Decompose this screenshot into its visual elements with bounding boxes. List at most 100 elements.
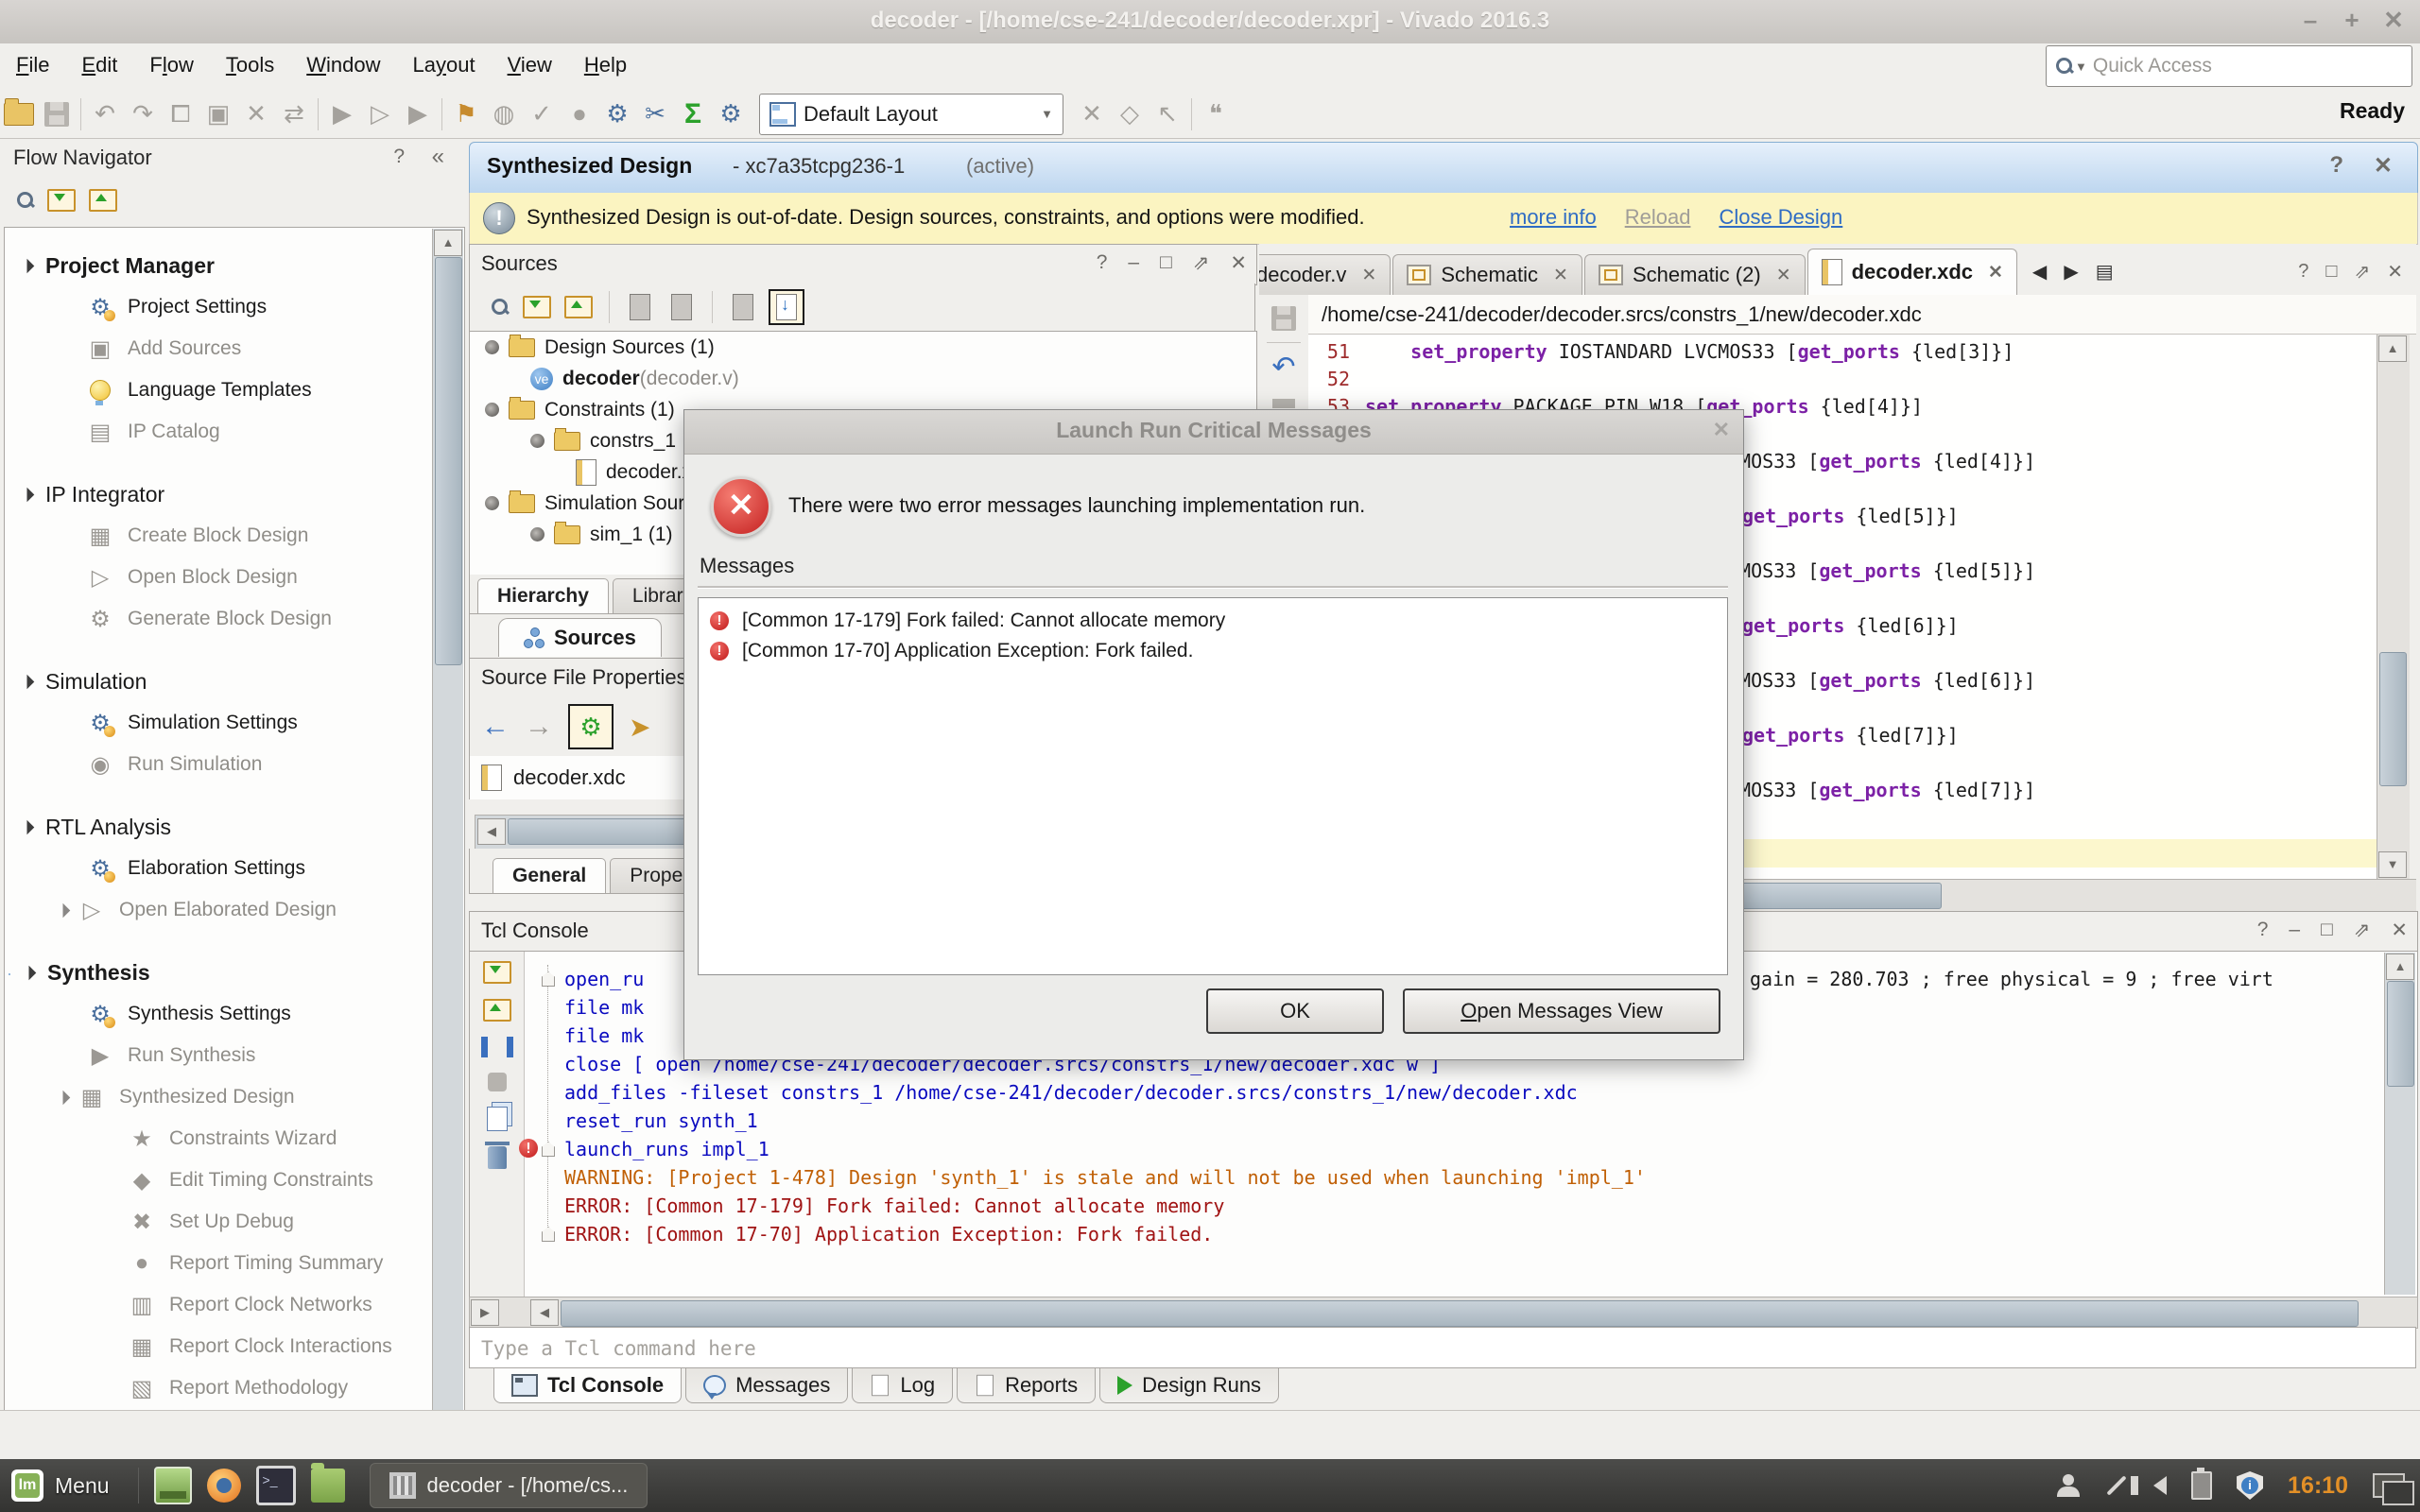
clock[interactable]: 16:10 (2288, 1472, 2348, 1500)
menu-help[interactable]: Help (568, 43, 643, 87)
close-icon[interactable]: ✕ (1230, 251, 1247, 275)
pause-icon[interactable]: ◍ (485, 95, 523, 133)
menu-edit[interactable]: Edit (65, 43, 133, 87)
quick-access-search[interactable]: ▼ Quick Access (2046, 45, 2412, 87)
flownav-item-create-block-design[interactable]: ▦Create Block Design (5, 515, 464, 557)
close-icon[interactable]: ✕ (2391, 919, 2408, 942)
scroll-thumb[interactable] (561, 1300, 2359, 1327)
scroll-left-icon[interactable]: ◀ (530, 1299, 559, 1326)
editor-tab-decoder-xdc[interactable]: decoder.xdc✕ (1807, 249, 2017, 295)
banner-link-close-design[interactable]: Close Design (1719, 205, 1842, 230)
show-desktop-icon[interactable] (154, 1467, 192, 1504)
fold-marker-icon[interactable] (542, 1142, 555, 1157)
flownav-item-run-simulation[interactable]: ◉Run Simulation (5, 744, 464, 785)
redo-icon[interactable]: ↷ (124, 95, 162, 133)
editor-tab-schematic-2-[interactable]: Schematic (2)✕ (1584, 254, 1806, 295)
undo-icon[interactable]: ↶ (86, 95, 124, 133)
tree-expander-icon[interactable] (485, 340, 499, 354)
stop-icon[interactable] (488, 1073, 507, 1091)
trim-probes-icon[interactable]: ✂ (636, 95, 674, 133)
close-tab-icon[interactable]: ✕ (1361, 265, 1376, 286)
collapse-all-icon[interactable] (523, 296, 551, 318)
flownav-item-ip-catalog[interactable]: ▤IP Catalog (5, 411, 464, 453)
maximize-icon[interactable]: □ (2321, 919, 2333, 942)
project-settings-gears-icon[interactable]: ⚙ (598, 95, 636, 133)
flownav-section-synthesis[interactable]: Synthesis (5, 952, 464, 993)
maximize-icon[interactable]: □ (2325, 261, 2337, 283)
maximize-button[interactable]: + (2333, 6, 2371, 35)
battery-tray-icon[interactable] (2191, 1471, 2212, 1500)
flownav-item-language-templates[interactable]: Language Templates (5, 369, 464, 411)
feedback-bubble-icon[interactable]: ❝ (1197, 95, 1235, 133)
menu-view[interactable]: View (492, 43, 568, 87)
help-icon[interactable]: ? (2257, 919, 2269, 942)
select-cursor-icon[interactable]: ➤ (629, 712, 650, 743)
tree-expander-icon[interactable] (530, 527, 544, 541)
menu-window[interactable]: Window (290, 43, 396, 87)
flownav-item-edit-timing-constraints[interactable]: ◆Edit Timing Constraints (5, 1160, 464, 1201)
flow-navigator-scrollbar[interactable]: ▲ ▼ (432, 229, 463, 1450)
scroll-right-icon[interactable]: ▶ (471, 1299, 499, 1326)
taskbar-window-button[interactable]: decoder - [/home/cs... (370, 1463, 648, 1508)
back-icon[interactable]: ← (481, 711, 510, 743)
expander-icon[interactable] (56, 902, 71, 918)
menu-layout[interactable]: Layout (396, 43, 491, 87)
ok-button[interactable]: OK (1206, 988, 1384, 1034)
section-expander-icon[interactable] (22, 965, 37, 980)
minimize-icon[interactable]: – (1128, 251, 1139, 275)
minimize-button[interactable]: – (2291, 6, 2329, 35)
step-icon[interactable]: ▶ (399, 95, 437, 133)
validate-icon[interactable]: ✓ (523, 95, 561, 133)
float-icon[interactable]: ⇗ (2354, 919, 2371, 942)
copy-icon[interactable] (487, 1107, 508, 1131)
search-icon[interactable] (492, 299, 509, 316)
taskbar-menu-label[interactable]: Menu (55, 1473, 110, 1499)
flownav-item-report-timing-summary[interactable]: ●Report Timing Summary (5, 1243, 464, 1284)
status-icon[interactable]: ● (561, 95, 598, 133)
tab-log[interactable]: Log (852, 1368, 953, 1403)
flownav-item-elaboration-settings[interactable]: ⚙Elaboration Settings (5, 848, 464, 889)
float-icon[interactable]: ⇗ (1193, 251, 1210, 275)
section-expander-icon[interactable] (20, 674, 35, 689)
flownav-item-synthesis-settings[interactable]: ⚙Synthesis Settings (5, 993, 464, 1035)
close-icon[interactable]: ✕ (2387, 260, 2403, 284)
tab-general[interactable]: General (493, 858, 606, 893)
file-manager-icon[interactable] (311, 1469, 345, 1503)
tab-hierarchy[interactable]: Hierarchy (477, 578, 609, 613)
scroll-down-icon[interactable]: ▼ (2378, 851, 2407, 878)
open-messages-view-button[interactable]: Open Messages View (1403, 988, 1720, 1034)
scroll-tabs-left-icon[interactable]: ◀ (2032, 260, 2047, 284)
flownav-item-synthesized-design[interactable]: ▦Synthesized Design (5, 1076, 464, 1118)
scroll-up-icon[interactable]: ▲ (2386, 954, 2414, 980)
flownav-section-rtl-analysis[interactable]: RTL Analysis (5, 806, 464, 848)
collapse-all-icon[interactable] (47, 189, 76, 212)
console-hscrollbar[interactable]: ◀ ▶ (469, 1297, 2418, 1329)
close-tab-icon[interactable]: ✕ (1988, 262, 2003, 284)
menu-tools[interactable]: Tools (210, 43, 290, 87)
dialog-close-icon[interactable]: ✕ (1713, 418, 1730, 442)
copy-icon[interactable]: ⧠ (162, 95, 199, 133)
update-manager-icon[interactable]: i (2237, 1471, 2263, 1500)
scroll-thumb[interactable] (435, 257, 462, 665)
flownav-item-constraints-wizard[interactable]: ★Constraints Wizard (5, 1118, 464, 1160)
select-off-icon[interactable]: ↖ (1149, 95, 1186, 133)
firefox-icon[interactable] (207, 1469, 241, 1503)
paste-icon[interactable]: ▣ (199, 95, 237, 133)
report-sigma-icon[interactable]: Σ (674, 95, 712, 133)
open-file-icon[interactable] (630, 294, 650, 320)
help-icon[interactable]: ? (1097, 251, 1108, 275)
expander-icon[interactable] (56, 1090, 71, 1105)
close-design-icon[interactable]: ✕ (2374, 152, 2393, 180)
save-file-icon[interactable] (1271, 306, 1296, 331)
terminal-icon[interactable] (256, 1466, 296, 1505)
add-sources-icon[interactable] (671, 294, 692, 320)
run-back-icon[interactable]: ▶ (323, 95, 361, 133)
tab-list-icon[interactable]: ▤ (2096, 260, 2114, 284)
forward-icon[interactable]: → (525, 711, 553, 743)
tree-expander-icon[interactable] (530, 434, 544, 448)
tool-settings-icon[interactable]: ⚙ (712, 95, 750, 133)
save-icon[interactable] (38, 95, 76, 133)
flownav-item-report-clock-interactions[interactable]: ▦Report Clock Interactions (5, 1326, 464, 1367)
tab-messages[interactable]: Messages (685, 1368, 848, 1403)
marker-off-icon[interactable]: ✕ (1073, 95, 1111, 133)
